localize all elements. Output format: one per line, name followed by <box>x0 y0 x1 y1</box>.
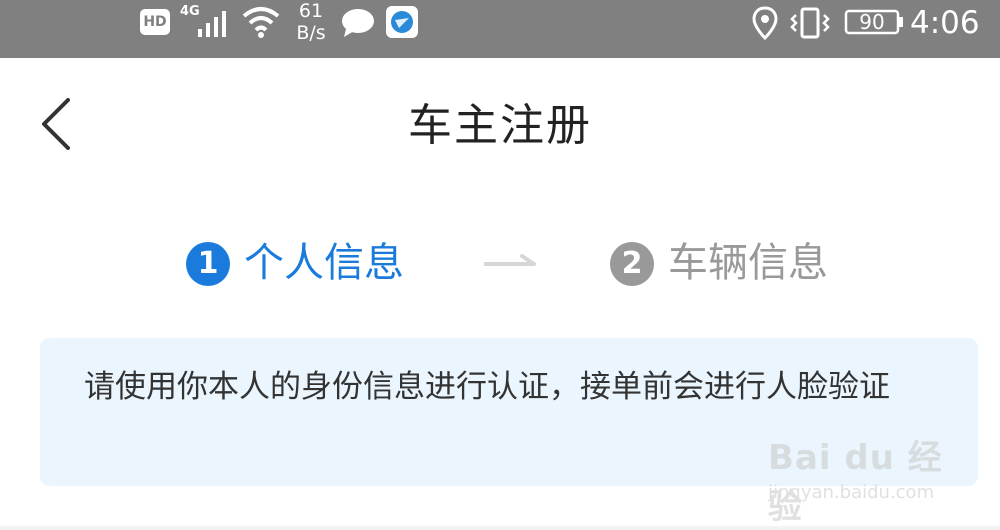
hd-badge: HD <box>140 9 170 35</box>
watermark: Bai du 经验 jingyan.baidu.com <box>768 430 958 527</box>
speed-unit: B/s <box>296 22 326 44</box>
step-label: 个人信息 <box>244 240 404 286</box>
step-number: 1 <box>186 242 230 286</box>
network-speed: 61 B/s <box>292 0 330 44</box>
page-title: 车主注册 <box>408 100 592 151</box>
status-bar: HD 4G 61 B/s 90 4:06 <box>0 0 1000 58</box>
battery-level: 90 <box>859 10 885 34</box>
watermark-url: jingyan.baidu.com <box>768 482 935 503</box>
signal-icon <box>198 11 226 37</box>
notice-text: 请使用你本人的身份信息进行认证，接单前会进行人脸验证 <box>84 369 890 405</box>
vibrate-icon <box>790 7 830 39</box>
step-number: 2 <box>610 242 654 286</box>
divider <box>0 526 1000 530</box>
arrow-right-icon <box>484 254 536 266</box>
wifi-icon <box>242 7 280 38</box>
chat-icon <box>342 9 374 37</box>
clock: 4:06 <box>910 5 980 41</box>
location-icon <box>752 6 778 40</box>
app-icon <box>386 6 418 38</box>
step-label: 车辆信息 <box>668 240 828 286</box>
speed-value: 61 <box>298 0 324 22</box>
watermark-logo: Bai du 经验 <box>768 438 943 527</box>
